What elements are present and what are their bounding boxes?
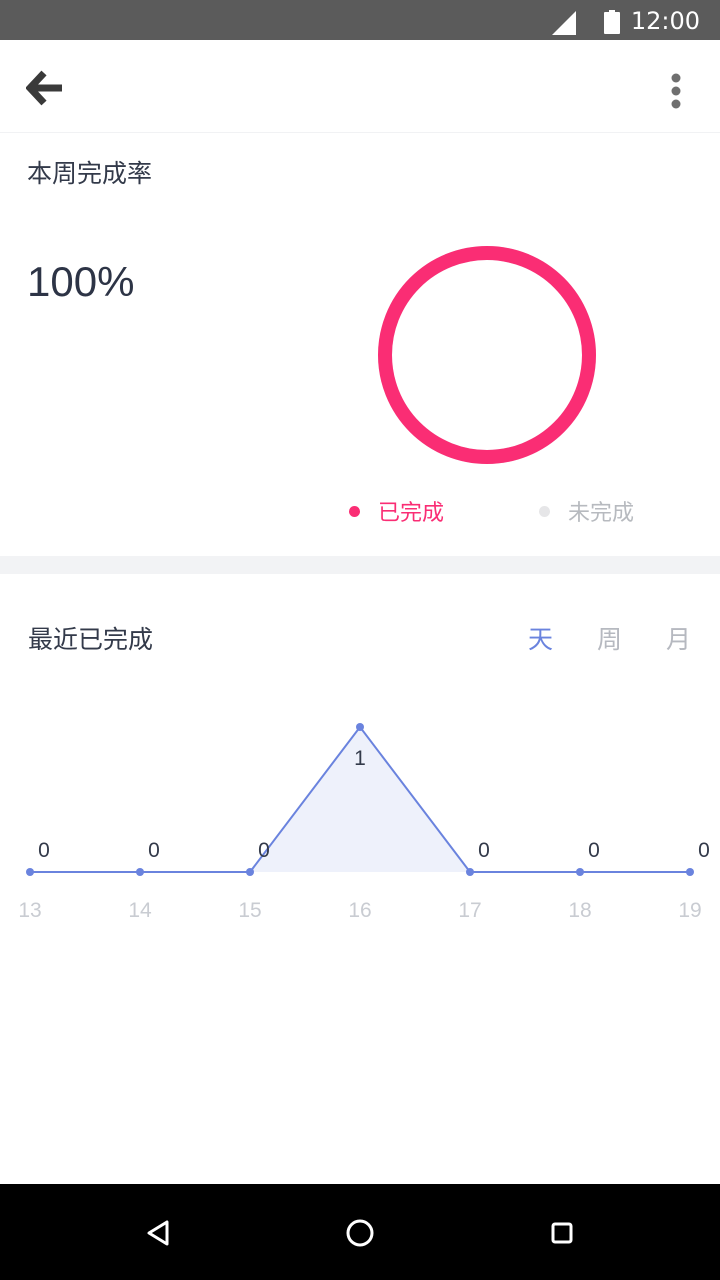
legend-dot-completed <box>349 505 360 517</box>
status-bar: 12:00 <box>0 0 720 40</box>
section-divider <box>0 556 720 574</box>
chart-data-label: 0 <box>698 839 710 862</box>
more-vert-icon[interactable] <box>664 72 688 110</box>
legend-dot-uncompleted <box>539 505 550 517</box>
chart-data-label: 0 <box>148 839 160 862</box>
chart-x-tick-label: 16 <box>348 899 371 922</box>
completion-percent: 100% <box>27 258 135 305</box>
battery-icon <box>604 10 620 34</box>
chart-data-label: 0 <box>478 839 490 862</box>
system-nav-bar <box>0 1184 720 1280</box>
status-time: 12:00 <box>630 7 700 35</box>
recents-square-icon[interactable] <box>540 1210 584 1254</box>
chart-data-label: 0 <box>258 839 270 862</box>
chart-point <box>466 868 474 876</box>
tab-day[interactable]: 天 <box>528 620 553 656</box>
chart-point <box>576 868 584 876</box>
legend-label-uncompleted: 未完成 <box>568 501 635 526</box>
chart-point <box>246 868 254 876</box>
legend-completed: 已完成 <box>349 496 444 526</box>
chart-point <box>686 868 694 876</box>
app-bar <box>0 40 720 133</box>
chart-point <box>356 723 364 731</box>
recent-completed-chart: 0 13 0 14 0 15 1 16 0 17 0 18 0 19 <box>18 723 710 922</box>
recent-completed-title: 最近已完成 <box>28 625 154 654</box>
home-circle-icon[interactable] <box>338 1210 382 1254</box>
chart-x-tick-label: 17 <box>458 899 481 922</box>
back-triangle-icon[interactable] <box>137 1210 181 1254</box>
arrow-left-icon[interactable] <box>26 70 64 106</box>
donut-arc-completed <box>378 246 596 464</box>
chart-data-label: 0 <box>588 839 600 862</box>
chart-x-tick-label: 15 <box>238 899 261 922</box>
tab-month[interactable]: 月 <box>666 620 691 656</box>
chart-data-label: 0 <box>38 839 50 862</box>
chart-x-tick-label: 13 <box>18 899 41 922</box>
chart-x-tick-label: 19 <box>678 899 701 922</box>
tab-week[interactable]: 周 <box>597 620 622 656</box>
chart-x-tick-label: 14 <box>128 899 152 922</box>
chart-data-label: 1 <box>354 747 366 770</box>
completion-donut <box>378 246 596 464</box>
chart-point <box>136 868 144 876</box>
chart-point <box>26 868 34 876</box>
legend-uncompleted: 未完成 <box>539 496 634 526</box>
chart-x-tick-label: 18 <box>568 899 591 922</box>
weekly-completion-title: 本周完成率 <box>27 159 153 188</box>
legend-label-completed: 已完成 <box>378 501 445 526</box>
signal-icon <box>552 11 576 35</box>
